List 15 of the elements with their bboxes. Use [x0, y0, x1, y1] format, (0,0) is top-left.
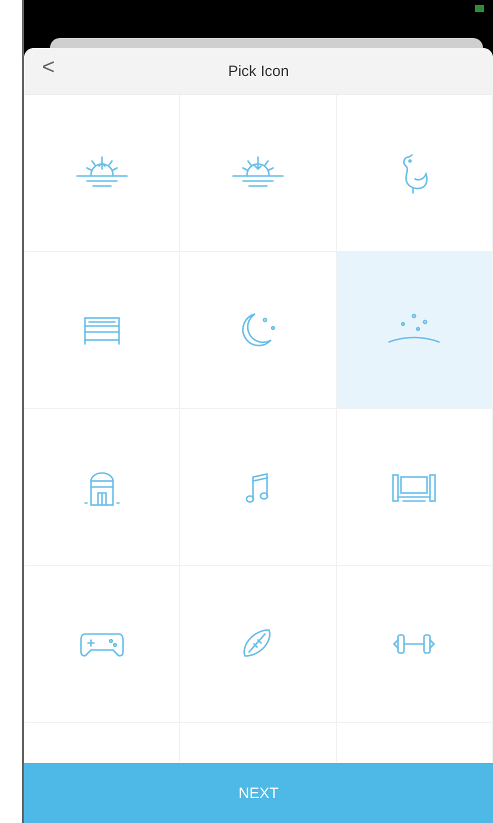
back-button[interactable]: < — [38, 54, 59, 80]
icon-option[interactable] — [180, 95, 337, 252]
icon-option[interactable] — [336, 409, 493, 566]
icon-option[interactable] — [180, 409, 337, 566]
icon-option[interactable] — [180, 252, 337, 409]
page-title: Pick Icon — [228, 62, 289, 80]
icon-option[interactable] — [336, 566, 493, 723]
icon-option[interactable] — [24, 409, 180, 566]
battery-icon — [475, 5, 485, 12]
icon-option[interactable] — [336, 95, 493, 252]
icon-option[interactable] — [24, 95, 180, 252]
icon-option[interactable] — [336, 252, 493, 409]
icon-option[interactable] — [24, 252, 180, 409]
icon-option[interactable] — [180, 566, 337, 723]
icon-option[interactable] — [24, 566, 180, 723]
